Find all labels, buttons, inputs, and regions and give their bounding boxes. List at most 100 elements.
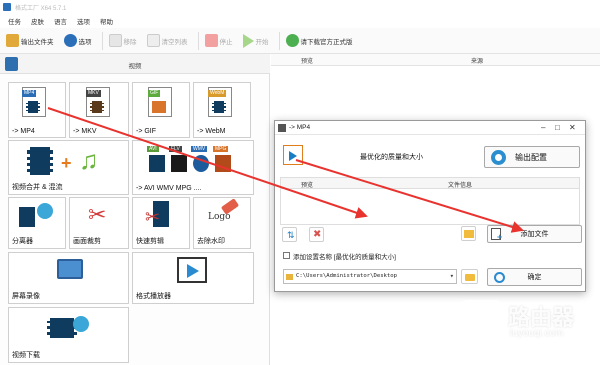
music-note-icon: ♫ (79, 145, 99, 175)
mkv-tag: MKV (86, 90, 101, 97)
tile-label: -> GIF (136, 128, 157, 135)
stop-label: 停止 (219, 38, 233, 46)
folder-add-icon (464, 230, 474, 238)
convert-dialog: -> MP4 – □ ✕ 最优化的质量和大小 输出配置 预览 文件信息 ⇅ ✖ … (274, 120, 586, 292)
tile-label: 屏幕录像 (12, 293, 40, 300)
tile-crop[interactable]: ✂ 画面裁剪 (69, 197, 129, 249)
tile-to-gif[interactable]: GIF -> GIF (132, 82, 190, 138)
remove-label: 移除 (123, 38, 137, 46)
col-preview[interactable]: 预览 (301, 56, 313, 65)
delete-icon: ✖ (313, 229, 322, 240)
webm-tag: WebM (208, 90, 227, 97)
sort-button[interactable]: ⇅ (282, 227, 297, 242)
stop-icon (204, 34, 218, 47)
clear-icon (146, 34, 160, 47)
remove-button[interactable]: 移除 (108, 34, 137, 47)
output-folder-button[interactable]: 输出文件夹 (6, 34, 54, 47)
tile-quick-clip[interactable]: ✂ 快速剪辑 (132, 197, 190, 249)
scissors-icon: ✂ (88, 202, 107, 227)
image-icon (152, 101, 166, 113)
output-path-value: C:\Users\Administrator\Desktop (296, 273, 398, 279)
dialog-title: -> MP4 (289, 124, 311, 131)
start-button[interactable]: 开始 (242, 33, 269, 48)
folder-icon (286, 274, 293, 280)
eraser-icon: Logo (208, 198, 240, 228)
add-file-label: 添加文件 (520, 231, 549, 238)
clear-list-button[interactable]: 清空列表 (146, 34, 188, 47)
category-title: 视频 (128, 63, 142, 70)
menu-task[interactable]: 任务 (8, 16, 21, 26)
tile-player[interactable]: 格式播放器 (132, 252, 254, 304)
options-button[interactable]: 选项 (63, 34, 92, 47)
watermark-subtitle: luyouqi.com (510, 328, 564, 339)
tile-label: 去除水印 (197, 238, 225, 245)
col-source[interactable]: 来源 (471, 56, 483, 65)
title-bar: 格式工厂 X64 5.7.1 (0, 0, 600, 14)
close-button[interactable]: ✕ (569, 123, 576, 132)
tile-label: 格式播放器 (136, 293, 171, 300)
mp4-tag: MP4 (22, 90, 37, 97)
stop-button[interactable]: 停止 (204, 34, 233, 47)
tile-splitter[interactable]: 分离器 (8, 197, 66, 249)
chevron-down-icon[interactable]: ▾ (450, 272, 454, 280)
scissors-icon: ✂ (145, 207, 161, 227)
film-icon (90, 101, 104, 113)
browse-folder-button[interactable] (461, 269, 478, 284)
col-file-info[interactable]: 文件信息 (448, 180, 472, 189)
tile-video-download[interactable]: 视频下载 (8, 307, 129, 363)
toolbar: 输出文件夹 选项 移除 清空列表 停止 开始 请下载官方正式版 (0, 28, 600, 54)
menu-help[interactable]: 帮助 (100, 16, 113, 26)
add-file-icon-button[interactable]: + (487, 225, 507, 243)
tile-merge-mux[interactable]: + ♫ 视频合并 & 混流 (8, 140, 129, 195)
remove-icon (108, 34, 122, 47)
maximize-button[interactable]: □ (555, 123, 560, 132)
tile-screen-record[interactable]: 屏幕录像 (8, 252, 129, 304)
file-list-header: 预览 文件信息 (281, 178, 579, 189)
output-config-button[interactable]: 输出配置 (484, 146, 580, 168)
menu-options[interactable]: 选项 (77, 16, 90, 26)
plus-icon: + (61, 153, 72, 173)
tile-to-other-formats[interactable]: AVI FLV WMV MPG -> AVI WMV MPG .... (132, 140, 254, 195)
toolbar-separator (101, 31, 103, 50)
mkv-file-icon: MKV (86, 87, 110, 117)
output-path-select[interactable]: C:\Users\Administrator\Desktop ▾ (283, 269, 457, 284)
add-setting-name-checkbox[interactable] (283, 252, 290, 259)
download-official-label: 请下载官方正式版 (300, 38, 353, 46)
tile-label: 视频下载 (12, 352, 40, 359)
tile-remove-watermark[interactable]: Logo 去除水印 (193, 197, 251, 249)
folder-icon (6, 34, 19, 47)
function-panel: 视频 MP4 -> MP4 MKV -> MKV GIF -> GIF WebM… (0, 54, 270, 365)
minimize-button[interactable]: – (541, 123, 545, 132)
tile-to-mkv[interactable]: MKV -> MKV (69, 82, 129, 138)
menu-language[interactable]: 语言 (54, 16, 67, 26)
ok-button[interactable]: 确定 (487, 268, 582, 286)
gif-tag: GIF (148, 90, 161, 97)
add-folder-button[interactable] (461, 226, 476, 241)
mp4-format-icon (283, 145, 303, 165)
tile-label: 视频合并 & 混流 (12, 184, 63, 191)
download-official-link[interactable]: 请下载官方正式版 (285, 34, 353, 47)
router-logo-icon (458, 300, 504, 346)
watermark: 路由器 luyouqi.com (458, 296, 598, 356)
delete-button[interactable]: ✖ (309, 227, 324, 242)
clear-list-label: 清空列表 (161, 38, 188, 46)
film-strip-icon (27, 147, 53, 175)
player-icon (177, 257, 207, 283)
category-header-video[interactable]: 视频 (0, 54, 270, 74)
format-tag: WMV (191, 146, 208, 152)
menu-skin[interactable]: 皮肤 (31, 16, 44, 26)
col-preview[interactable]: 预览 (301, 180, 313, 189)
video-download-icon (47, 314, 91, 340)
check-circle-icon (494, 272, 505, 283)
film-icon (171, 155, 187, 172)
sort-icon: ⇅ (287, 230, 295, 240)
dialog-icon (278, 124, 286, 132)
file-list[interactable]: 预览 文件信息 (280, 177, 580, 225)
output-config-label: 输出配置 (515, 152, 547, 162)
dialog-title-bar: -> MP4 – □ ✕ (275, 121, 585, 135)
download-icon (285, 34, 299, 47)
tile-to-webm[interactable]: WebM -> WebM (193, 82, 251, 138)
tile-label: -> WebM (197, 128, 226, 135)
play-icon (187, 264, 199, 278)
tile-to-mp4[interactable]: MP4 -> MP4 (8, 82, 66, 138)
